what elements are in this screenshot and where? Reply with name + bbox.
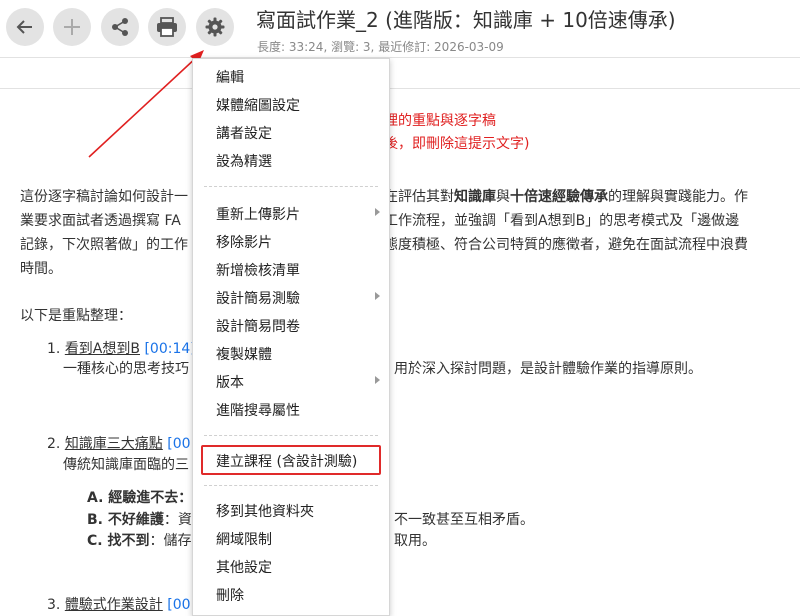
submenu-arrow-icon <box>375 376 380 384</box>
paragraph-line-2a: 業要求面試者透過撰寫 FA <box>20 213 181 229</box>
item-2-desc-a: 傳統知識庫面臨的三 <box>63 457 189 473</box>
item-1-desc-a: 一種核心的思考技巧 <box>63 361 189 377</box>
menu-item-create-course[interactable]: 建立課程 (含設計測驗) <box>216 451 357 471</box>
paragraph-line-1b: 在評估其對知識庫與十倍速經驗傳承的理解與實踐能力。作 <box>384 189 748 205</box>
sub-item-a: A. 經驗進不去： <box>87 490 193 506</box>
menu-item-feature[interactable]: 設為精選 <box>216 151 272 171</box>
submenu-arrow-icon <box>375 292 380 300</box>
menu-separator <box>204 485 378 486</box>
back-button[interactable] <box>6 8 44 46</box>
item-3-title[interactable]: 體驗式作業設計 <box>65 597 163 613</box>
item-1-timestamp[interactable]: [00:14] <box>144 341 195 357</box>
list-item-1: 1. 看到A想到B [00:14] <box>47 341 196 357</box>
list-item-2: 2. 知識庫三大痛點 [00 <box>47 436 191 452</box>
summary-heading: 以下是重點整理： <box>20 308 132 324</box>
sub-item-c-tail: 取用。 <box>394 533 436 549</box>
menu-item-domain-restriction[interactable]: 網域限制 <box>216 529 272 549</box>
print-icon <box>157 17 177 37</box>
sub-item-c: C. 找不到：儲存 <box>87 533 192 549</box>
page-title: 寫面試作業_2 (進階版：知識庫 + 10倍速傳承) <box>256 8 676 32</box>
item-2-timestamp[interactable]: [00 <box>167 436 190 452</box>
menu-item-speaker-settings[interactable]: 講者設定 <box>216 123 272 143</box>
menu-separator <box>204 435 378 436</box>
sub-item-b-tail: 不一致甚至互相矛盾。 <box>394 512 534 528</box>
paragraph-line-2b: 工作流程，並強調「看到A想到B」的思考模式及「邊做邊 <box>384 213 740 229</box>
menu-item-add-checklist[interactable]: 新增檢核清單 <box>216 260 300 280</box>
paragraph-line-3b: 態度積極、符合公司特質的應徵者，避免在面試流程中浪費 <box>384 237 748 253</box>
item-1-desc-b: 用於深入探討問題，是設計體驗作業的指導原則。 <box>394 361 702 377</box>
annotation-arrow <box>88 50 204 158</box>
menu-item-design-survey[interactable]: 設計簡易問卷 <box>216 316 300 336</box>
paragraph-line-3a: 記錄，下次照著做」的工作 <box>20 237 188 253</box>
menu-item-thumbnail-settings[interactable]: 媒體縮圖設定 <box>216 95 300 115</box>
menu-item-advanced-search[interactable]: 進階搜尋屬性 <box>216 400 300 420</box>
item-1-title[interactable]: 看到A想到B <box>65 341 140 357</box>
paragraph-line-4: 時間。 <box>20 261 62 277</box>
notice-line-2: 後，即刪除這提示文字) <box>384 136 530 152</box>
plus-icon <box>64 19 80 35</box>
menu-item-delete[interactable]: 刪除 <box>216 585 244 605</box>
page-meta: 長度: 33:24, 瀏覽: 3, 最近修訂: 2026-03-09 <box>257 40 504 54</box>
back-icon <box>16 20 32 34</box>
menu-item-other-settings[interactable]: 其他設定 <box>216 557 272 577</box>
submenu-arrow-icon <box>375 208 380 216</box>
menu-separator <box>204 186 378 187</box>
menu-item-remove-video[interactable]: 移除影片 <box>216 232 272 252</box>
menu-item-copy-media[interactable]: 複製媒體 <box>216 344 272 364</box>
list-item-3: 3. 體驗式作業設計 [00 <box>47 597 191 613</box>
paragraph-line-1a: 這份逐字稿討論如何設計一 <box>20 189 188 205</box>
menu-item-version[interactable]: 版本 <box>216 372 244 392</box>
settings-menu: 編輯 媒體縮圖設定 講者設定 設為精選 重新上傳影片 移除影片 新增檢核清單 設… <box>192 58 390 616</box>
share-icon <box>112 18 128 36</box>
menu-item-edit[interactable]: 編輯 <box>216 67 244 87</box>
sub-item-b: B. 不好維護：資 <box>87 512 192 528</box>
gear-icon <box>205 17 225 37</box>
menu-item-move-folder[interactable]: 移到其他資料夾 <box>216 501 314 521</box>
menu-item-design-quiz[interactable]: 設計簡易測驗 <box>216 288 300 308</box>
menu-item-reupload-video[interactable]: 重新上傳影片 <box>216 204 300 224</box>
item-3-timestamp[interactable]: [00 <box>167 597 190 613</box>
item-2-title[interactable]: 知識庫三大痛點 <box>65 436 163 452</box>
notice-line-1: 理的重點與逐字稿 <box>384 113 496 129</box>
